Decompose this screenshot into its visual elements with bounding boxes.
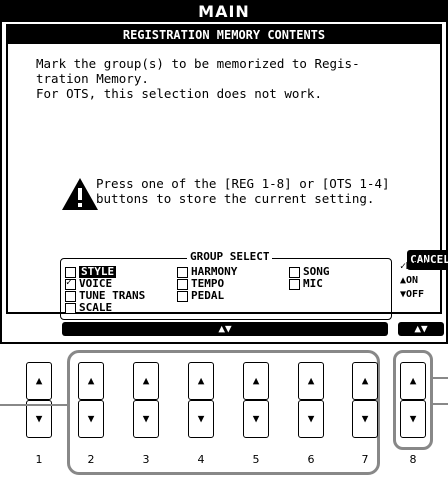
checkbox-pedal[interactable]: PEDAL	[177, 290, 224, 302]
checkbox-box	[65, 290, 76, 302]
checkbox-box	[289, 278, 300, 290]
hw-button-down[interactable]: ▼	[188, 400, 214, 438]
hw-button-number: 6	[307, 453, 315, 466]
checkbox-box	[65, 302, 76, 314]
lcd-screen: MAIN REGISTRATION MEMORY CONTENTS Mark t…	[0, 0, 448, 344]
main-title: MAIN	[2, 2, 446, 22]
group-nav-bar[interactable]: ▲▼	[62, 322, 388, 336]
hw-button-4[interactable]: ▲ ▼	[188, 362, 214, 438]
hw-button-up[interactable]: ▲	[188, 362, 214, 400]
checkbox-mic[interactable]: MIC	[289, 278, 323, 290]
hw-button-down[interactable]: ▼	[133, 400, 159, 438]
checkbox-label: SCALE	[79, 301, 113, 314]
hw-button-1[interactable]: ▲ ▼	[26, 362, 52, 438]
checkbox-box: ✓	[65, 276, 76, 290]
dialog-title: REGISTRATION MEMORY CONTENTS	[8, 26, 440, 44]
hw-button-up[interactable]: ▲	[26, 362, 52, 400]
hw-button-down[interactable]: ▼	[78, 400, 104, 438]
group-select-label: GROUP SELECT	[187, 250, 273, 264]
hw-button-down[interactable]: ▼	[298, 400, 324, 438]
checkbox-box	[177, 290, 188, 302]
checkbox-label: PEDAL	[191, 289, 225, 302]
hw-button-up[interactable]: ▲	[352, 362, 378, 400]
mark-toggle-bar[interactable]: ▲▼	[398, 322, 444, 336]
hw-button-2[interactable]: ▲ ▼	[78, 362, 104, 438]
hw-button-down[interactable]: ▼	[243, 400, 269, 438]
buttons-2-7-highlight-frame	[67, 350, 380, 475]
hw-button-up[interactable]: ▲	[400, 362, 426, 400]
hw-button-7[interactable]: ▲ ▼	[352, 362, 378, 438]
mark-label: ✓MARK	[400, 261, 431, 272]
hw-button-up[interactable]: ▲	[243, 362, 269, 400]
hw-button-down[interactable]: ▼	[400, 400, 426, 438]
hw-button-down[interactable]: ▼	[26, 400, 52, 438]
check-icon: ✓	[66, 276, 73, 288]
hw-button-number: 5	[252, 453, 260, 466]
warning-message: Press one of the [REG 1-8] or [OTS 1-4] …	[96, 176, 390, 206]
hw-button-number: 7	[361, 453, 369, 466]
checkbox-label: MIC	[303, 277, 323, 290]
hw-button-number: 1	[35, 453, 43, 466]
instruction-message: Mark the group(s) to be memorized to Reg…	[36, 56, 360, 101]
on-label: ▲ON	[400, 275, 419, 286]
hw-button-up[interactable]: ▲	[78, 362, 104, 400]
mark-legend: ✓MARK ▲ON ▼OFF	[400, 260, 448, 302]
checkbox-box	[177, 278, 188, 290]
hw-button-8[interactable]: ▲ ▼	[400, 362, 426, 438]
checkbox-box	[289, 266, 300, 278]
hw-button-5[interactable]: ▲ ▼	[243, 362, 269, 438]
hw-button-number: 3	[142, 453, 150, 466]
hw-button-6[interactable]: ▲ ▼	[298, 362, 324, 438]
group-select-box: GROUP SELECT STYLE ✓ VOICE TUNE TRANS SC…	[60, 250, 392, 320]
hw-button-number: 8	[409, 453, 417, 466]
warning-icon	[62, 178, 98, 210]
checkbox-box	[177, 266, 188, 278]
hw-button-number: 4	[197, 453, 205, 466]
off-label: ▼OFF	[400, 289, 425, 300]
hw-button-down[interactable]: ▼	[352, 400, 378, 438]
checkbox-scale[interactable]: SCALE	[65, 302, 112, 314]
hw-button-3[interactable]: ▲ ▼	[133, 362, 159, 438]
hw-button-up[interactable]: ▲	[133, 362, 159, 400]
hw-button-up[interactable]: ▲	[298, 362, 324, 400]
hw-button-number: 2	[87, 453, 95, 466]
